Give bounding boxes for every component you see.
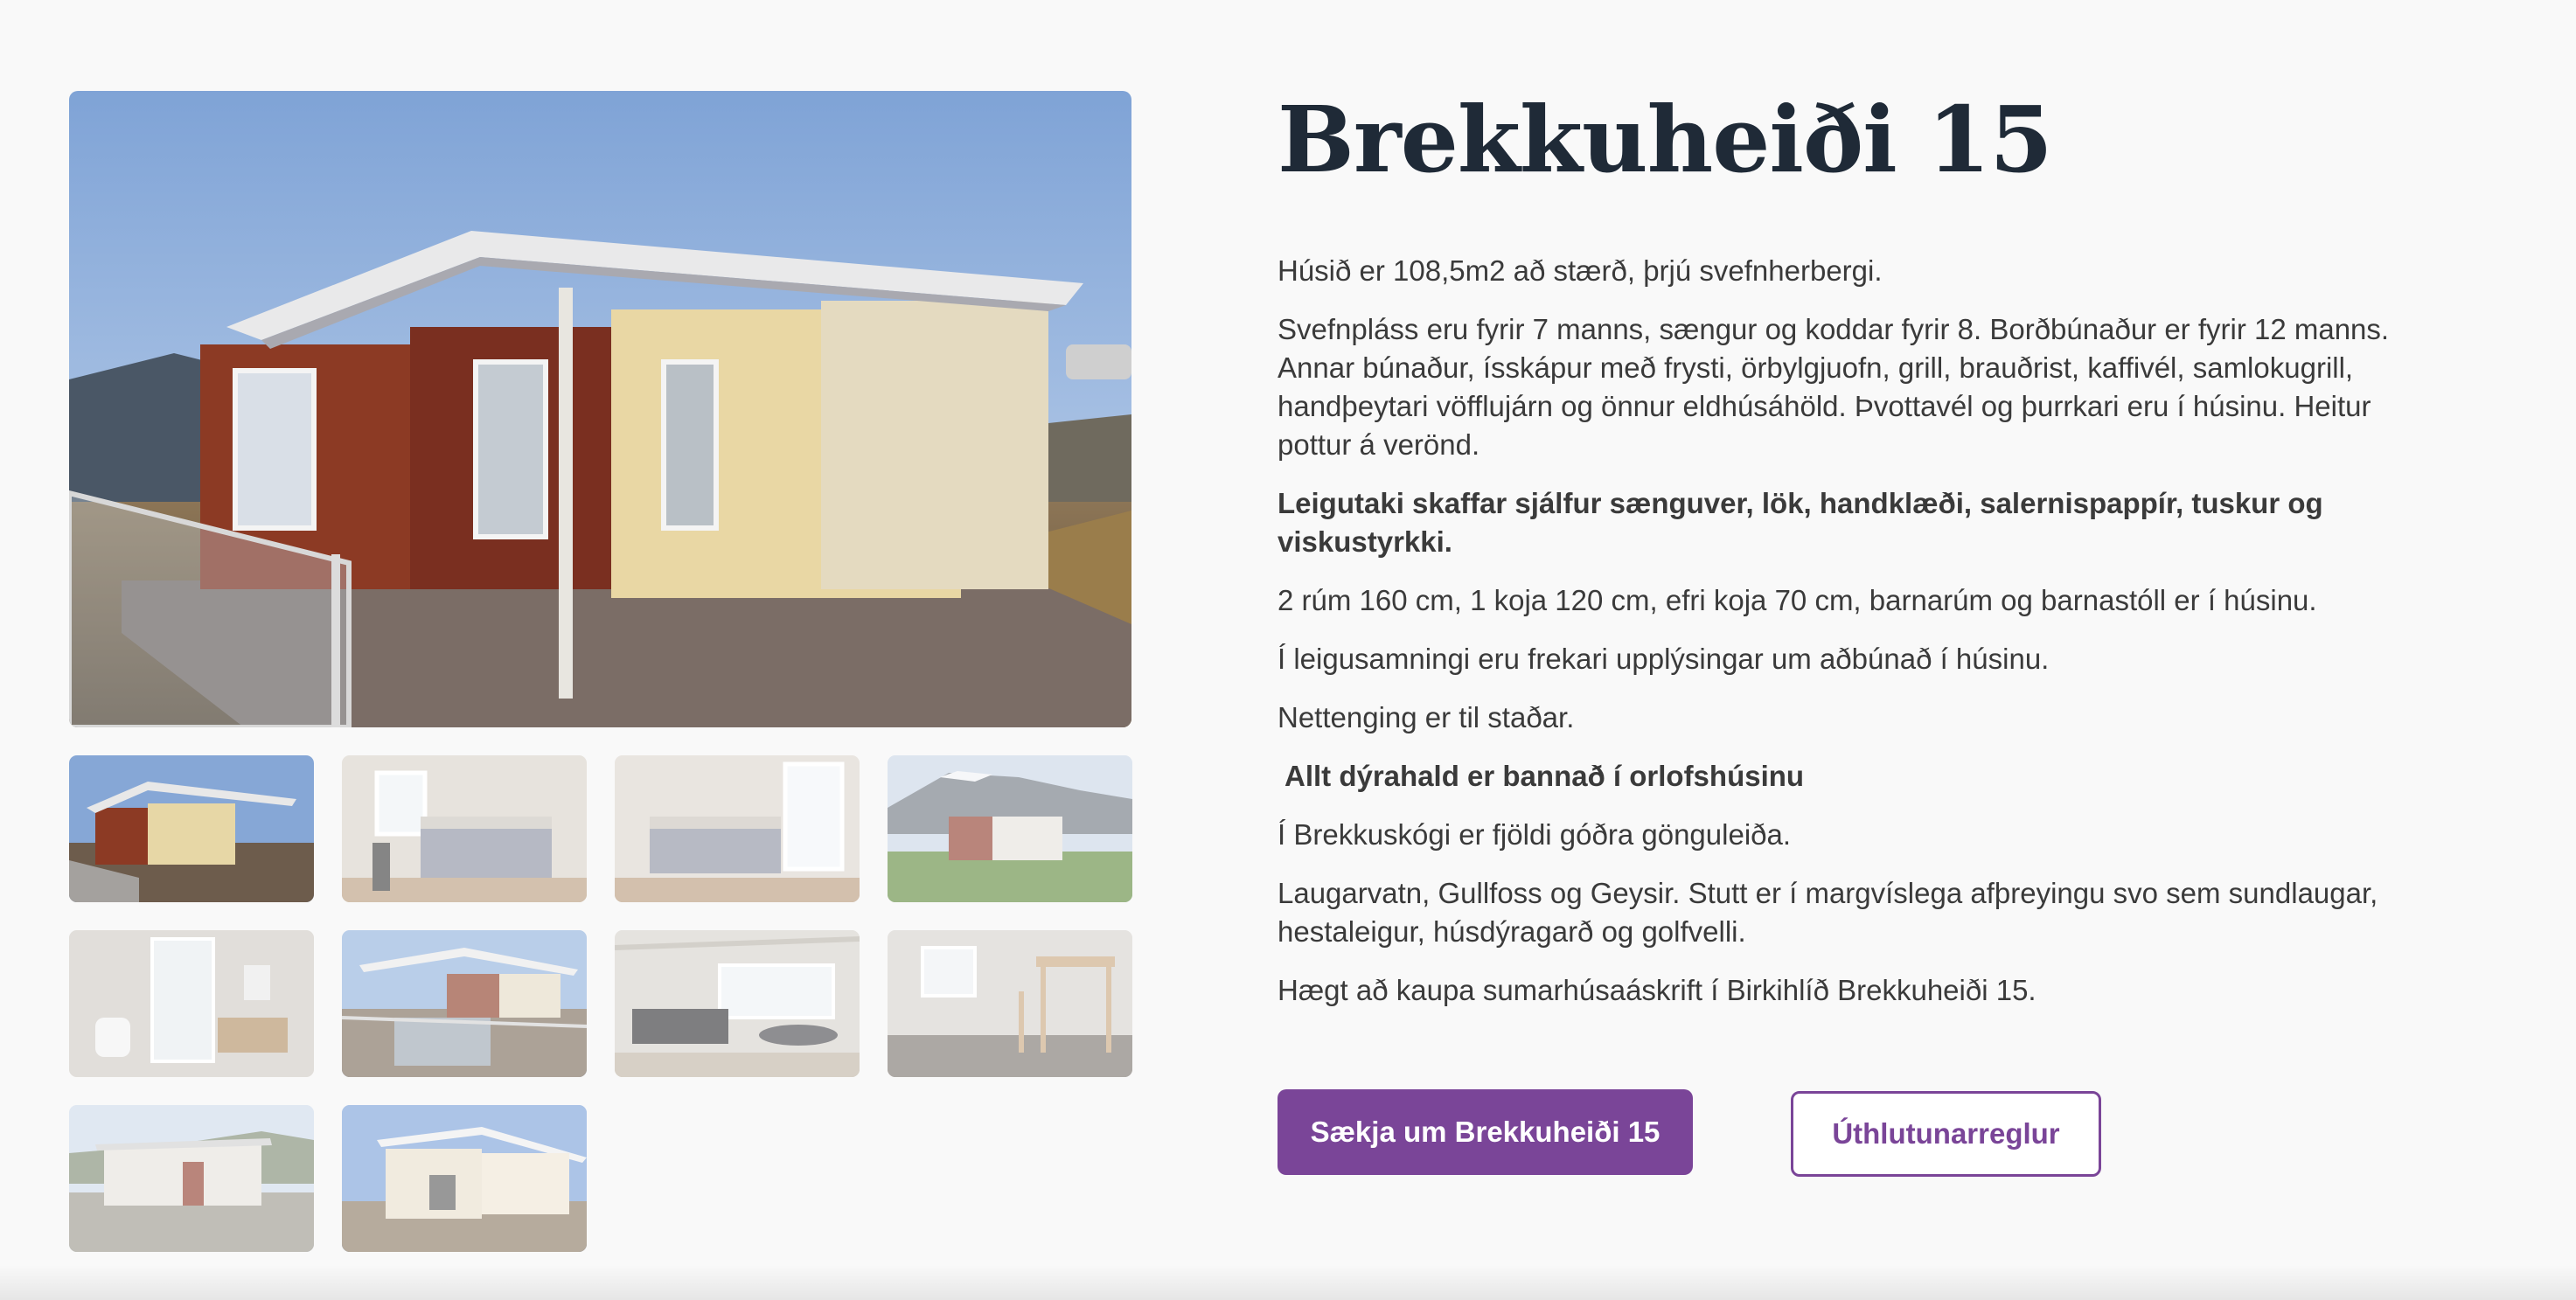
thumbnail-house-mountain-view[interactable] [888,755,1132,902]
thumbnail-bunk-bed-room[interactable] [888,930,1132,1077]
thumbnail-living-room[interactable] [615,930,860,1077]
page-bottom-shadow [0,1265,2576,1300]
thumbnail-grid [69,755,1132,1252]
thumbnail-bedroom-double-bed[interactable] [615,755,860,902]
allocation-rules-button[interactable]: Úthlutunarreglur [1791,1091,2101,1177]
thumbnail-deck-hot-tub[interactable] [342,930,587,1077]
description-nearby: Laugarvatn, Gullfoss og Geysir. Stutt er… [1278,877,2378,948]
thumbnail-house-exterior[interactable] [69,755,314,902]
description-tenant-supplies: Leigutaki skaffar sjálfur sænguver, lök,… [1278,487,2323,558]
description-hiking: Í Brekkuskógi er fjöldi góðra gönguleiða… [1278,818,1792,851]
description-subscription: Hægt að kaupa sumarhúsaáskrift í Birkihl… [1278,974,2036,1006]
page-title: Brekkuheiði 15 [1278,86,2053,193]
description-equipment: Svefnpláss eru fyrir 7 manns, sængur og … [1278,313,2390,461]
description-no-pets: Allt dýrahald er bannað í orlofshúsinu [1285,760,1805,792]
thumbnail-house-back-hillside[interactable] [69,1105,314,1252]
thumbnail-bedroom-window[interactable] [342,755,587,902]
property-details: Brekkuheiði 15 Húsið er 108,5m2 að stærð… [1278,84,2449,1030]
action-buttons: Sækja um Brekkuheiði 15 Úthlutunarreglur [1278,1089,2101,1177]
thumbnail-bathroom[interactable] [69,930,314,1077]
house-exterior-photo [69,91,1131,727]
description-internet: Nettenging er til staðar. [1278,701,1575,733]
main-photo[interactable] [69,91,1131,727]
thumbnail-house-side[interactable] [342,1105,587,1252]
apply-button[interactable]: Sækja um Brekkuheiði 15 [1278,1089,1693,1175]
description-size: Húsið er 108,5m2 að stærð, þrjú svefnher… [1278,254,1883,287]
description-lease-info: Í leigusamningi eru frekari upplýsingar … [1278,643,2050,675]
photo-gallery [69,91,1132,1252]
description-beds: 2 rúm 160 cm, 1 koja 120 cm, efri koja 7… [1278,584,2317,616]
